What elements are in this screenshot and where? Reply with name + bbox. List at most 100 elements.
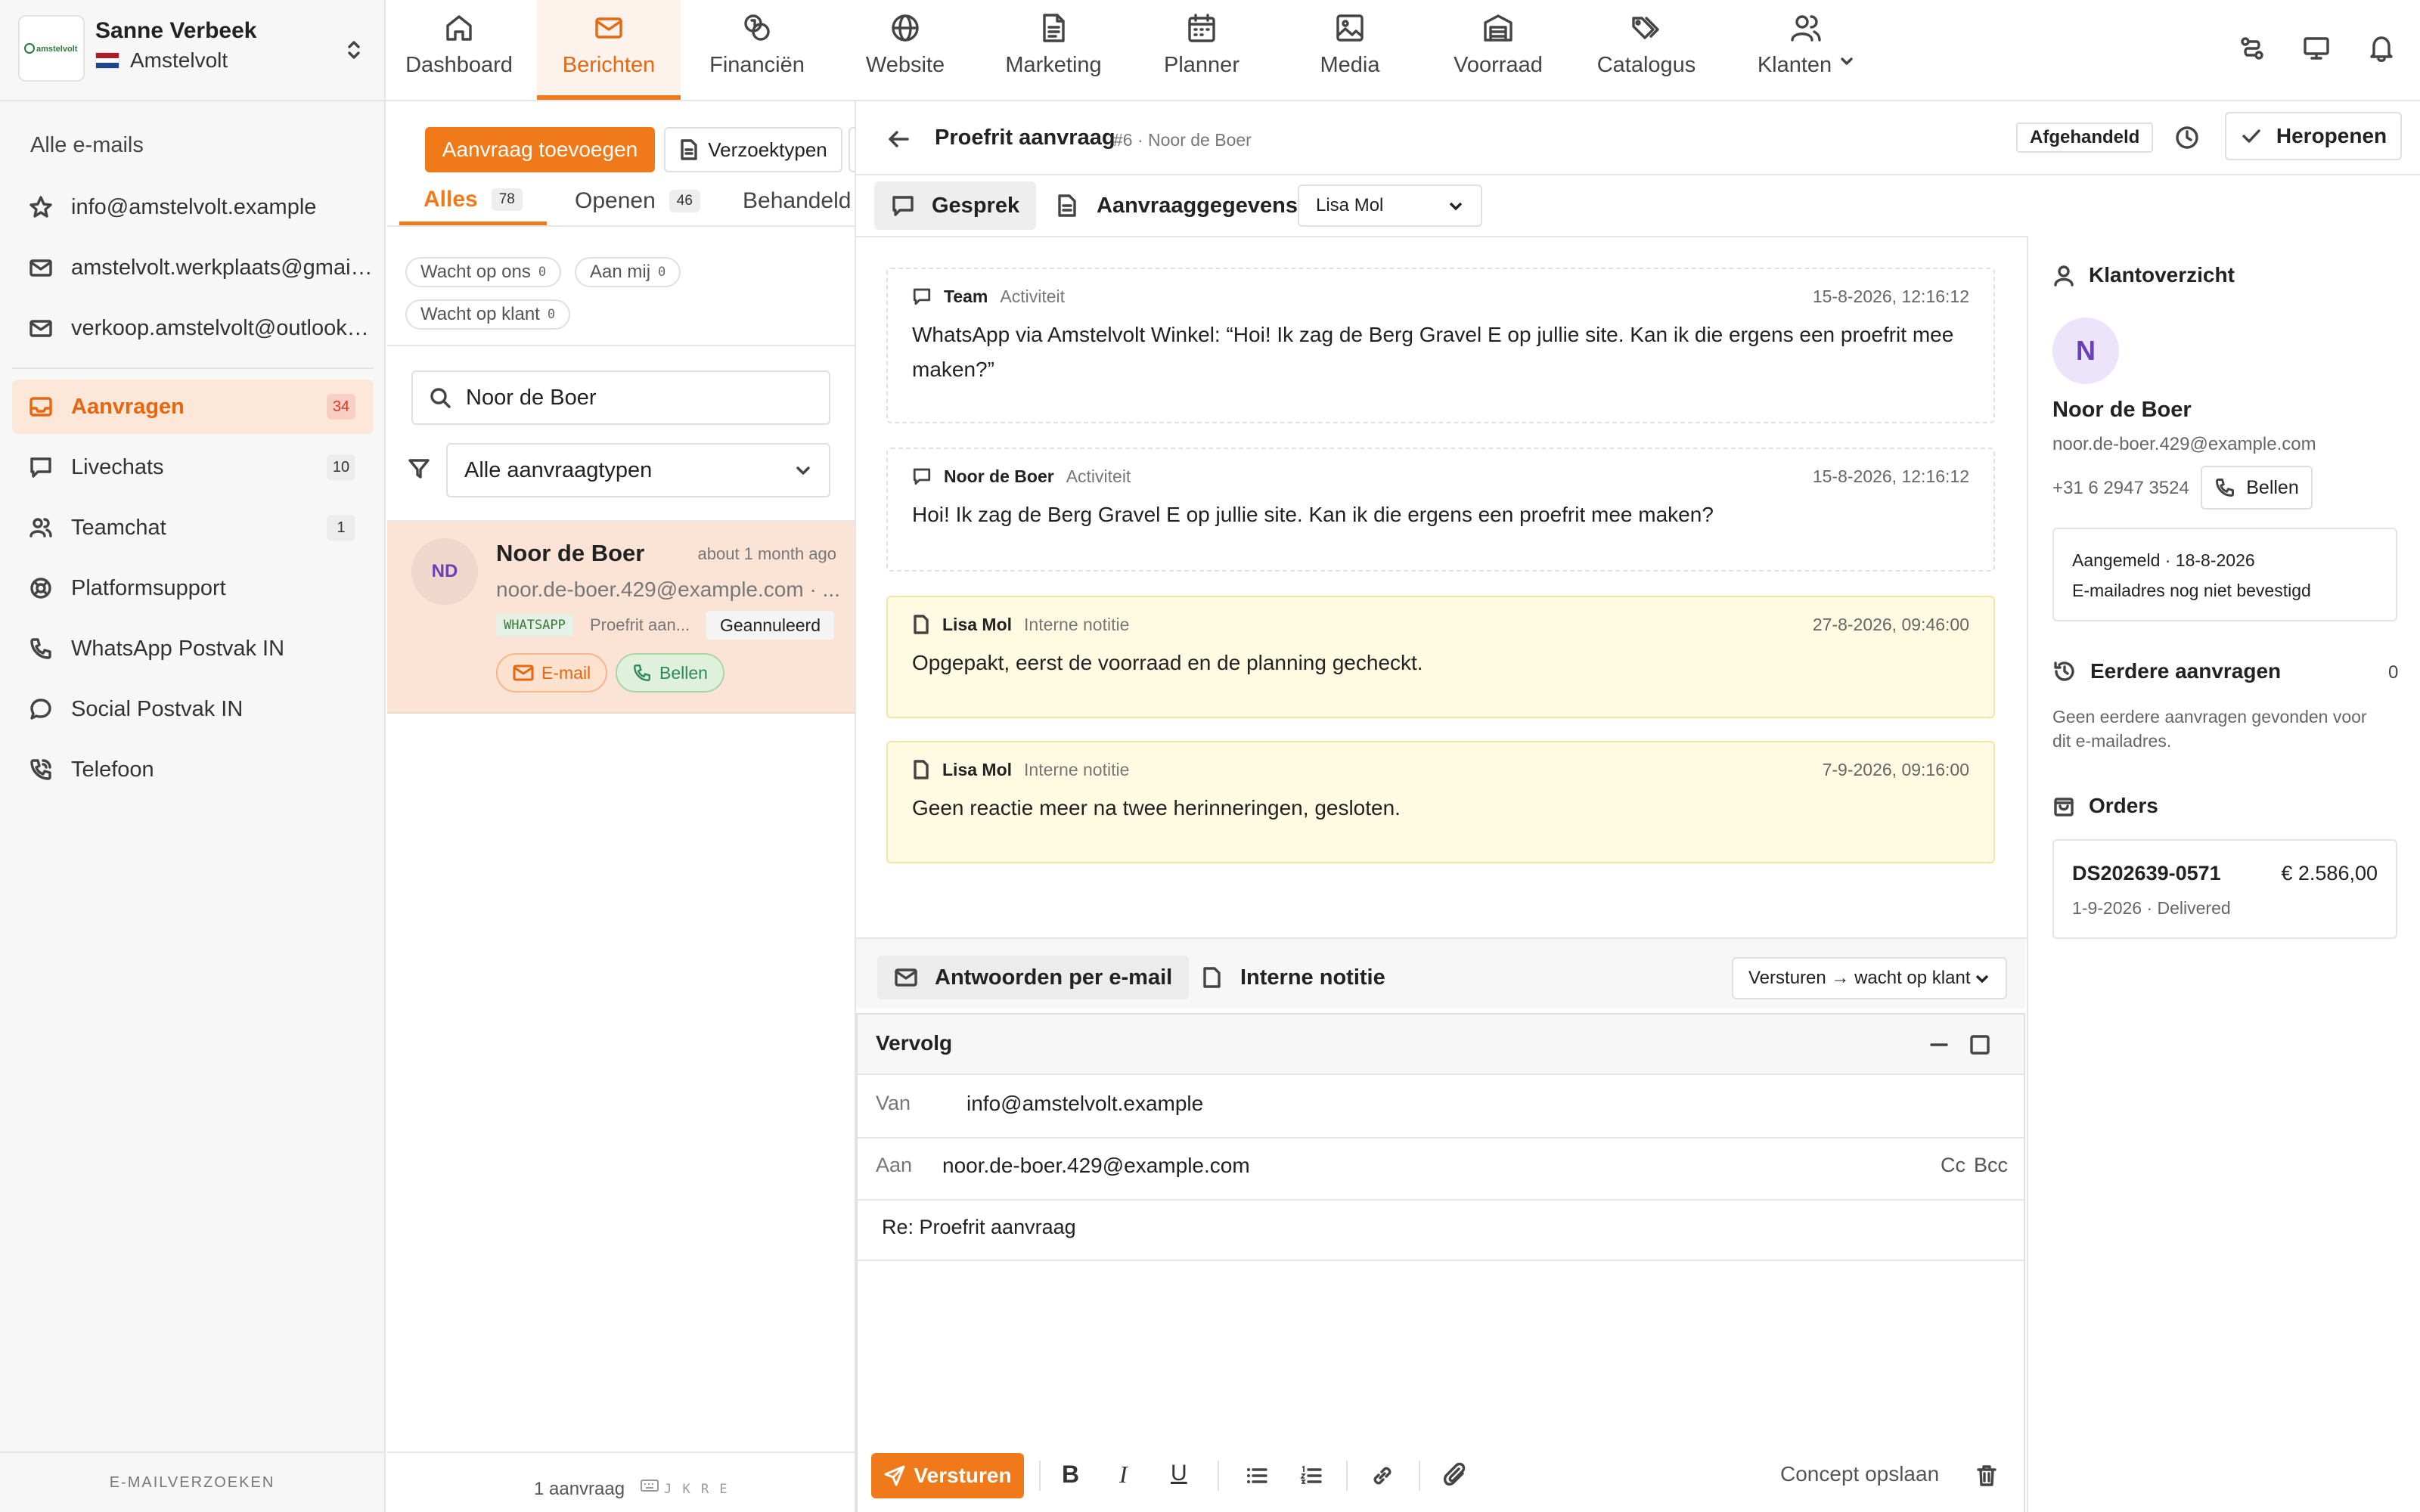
underline-button[interactable]: U xyxy=(1171,1461,1187,1486)
heading-label: Klantoverzicht xyxy=(2089,263,2235,287)
request-card[interactable]: ND Noor de Boer about 1 month ago noor.d… xyxy=(387,522,855,714)
users-icon xyxy=(29,518,52,538)
account-switcher[interactable]: amstelvolt Sanne Verbeek Amstelvolt xyxy=(0,0,386,101)
send-mode-select[interactable]: Versturen → wacht op klant xyxy=(1732,957,2007,999)
nav-tab-label: Berichten xyxy=(562,53,656,77)
phone-icon xyxy=(634,665,650,681)
tab-count: 78 xyxy=(491,187,523,211)
sidebar-item-platformsupport[interactable]: Platformsupport xyxy=(12,561,374,615)
minimize-icon[interactable] xyxy=(1928,1034,1950,1055)
sidebar-item-teamchat[interactable]: Teamchat 1 xyxy=(12,500,374,555)
message-header: Lisa Mol Interne notitie 7-9-2026, 09:16… xyxy=(912,742,1969,786)
email-button[interactable]: E-mail xyxy=(496,653,608,692)
paperclip-icon[interactable] xyxy=(1443,1462,1467,1488)
cc-button[interactable]: Cc xyxy=(1941,1154,1965,1177)
chip-label: Wacht op ons xyxy=(420,262,531,282)
tab-openen[interactable]: Openen 46 xyxy=(551,177,724,225)
conversation-panel: Proefrit aanvraag #6 · Noor de Boer Afge… xyxy=(856,101,2420,1512)
subject-field[interactable]: Re: Proefrit aanvraag xyxy=(882,1216,1076,1239)
mail-icon xyxy=(29,320,52,337)
request-types-button[interactable]: Verzoektypen xyxy=(664,127,842,172)
add-request-button[interactable]: Aanvraag toevoegen xyxy=(425,127,655,172)
card-subject: Proefrit aan... xyxy=(590,615,690,634)
to-field[interactable]: noor.de-boer.429@example.com xyxy=(942,1154,1250,1178)
trash-icon[interactable] xyxy=(1975,1464,1998,1488)
nav-tab-website[interactable]: Website xyxy=(833,0,977,100)
nav-tab-voorraad[interactable]: Voorraad xyxy=(1426,0,1570,100)
nav-tab-klanten[interactable]: Klanten xyxy=(1723,0,1889,100)
search-input[interactable]: Noor de Boer xyxy=(411,370,830,425)
bold-button[interactable]: B xyxy=(1062,1461,1079,1489)
send-button[interactable]: Versturen xyxy=(871,1453,1024,1498)
message-author: Noor de Boer xyxy=(944,466,1054,486)
internal-note-tab[interactable]: Interne notitie xyxy=(1193,956,1393,999)
filter-chip-wacht-op-klant[interactable]: Wacht op klant 0 xyxy=(405,299,571,330)
maximize-icon[interactable] xyxy=(1969,1034,1990,1055)
call-button[interactable]: Bellen xyxy=(616,653,724,692)
link-icon[interactable] xyxy=(1370,1464,1395,1488)
filter-icon xyxy=(408,459,430,479)
tab-conversation[interactable]: Gesprek xyxy=(874,181,1037,230)
toolbar-separator xyxy=(1419,1461,1420,1491)
route-icon[interactable] xyxy=(2238,35,2266,62)
call-label: Bellen xyxy=(2246,476,2299,498)
chat-icon xyxy=(913,288,931,305)
sidebar-item-social[interactable]: Social Postvak IN xyxy=(12,682,374,736)
sidebar-item-telefoon[interactable]: Telefoon xyxy=(12,742,374,797)
overflow-button-edge[interactable] xyxy=(849,127,856,172)
sidebar-item-whatsapp[interactable]: WhatsApp Postvak IN xyxy=(12,621,374,676)
tab-behandeld[interactable]: Behandeld xyxy=(718,177,875,225)
message-header: Lisa Mol Interne notitie 27-8-2026, 09:4… xyxy=(912,597,1969,641)
nav-tab-marketing[interactable]: Marketing xyxy=(982,0,1125,100)
customer-name: Noor de Boer xyxy=(2052,398,2192,422)
reply-email-tab[interactable]: Antwoorden per e-mail xyxy=(877,956,1190,999)
inbox-icon xyxy=(29,397,52,417)
customer-call-button[interactable]: Bellen xyxy=(2201,466,2313,510)
reopen-button[interactable]: Heropenen xyxy=(2225,112,2402,160)
warehouse-icon xyxy=(1484,14,1512,42)
email-status: E-mailadres nog niet bevestigd xyxy=(2072,581,2311,600)
field-divider xyxy=(858,1137,2024,1139)
nav-tab-catalogus[interactable]: Catalogus xyxy=(1575,0,1718,100)
tab-alles[interactable]: Alles 78 xyxy=(399,177,547,225)
save-draft-label[interactable]: Concept opslaan xyxy=(1780,1462,1939,1486)
nav-tab-financien[interactable]: Financiën xyxy=(685,0,829,100)
from-field[interactable]: info@amstelvolt.example xyxy=(966,1092,1203,1116)
bcc-button[interactable]: Bcc xyxy=(1974,1154,2008,1177)
mailbox-item-werkplaats[interactable]: amstelvolt.werkplaats@gmail.com xyxy=(12,240,374,295)
lifebuoy-icon xyxy=(30,578,51,599)
mailbox-item-verkoop[interactable]: verkoop.amstelvolt@outlook.com xyxy=(12,301,374,355)
mailbox-item-info[interactable]: info@amstelvolt.example xyxy=(12,180,374,234)
message-kind: Interne notitie xyxy=(1024,614,1130,634)
message-text: WhatsApp via Amstelvolt Winkel: “Hoi! Ik… xyxy=(912,323,1954,381)
sidebar-item-aanvragen[interactable]: Aanvragen 34 xyxy=(12,380,374,434)
nav-tab-media[interactable]: Media xyxy=(1278,0,1422,100)
nav-tab-berichten[interactable]: Berichten xyxy=(537,0,681,100)
tab-request-details[interactable]: Aanvraaggegevens xyxy=(1048,181,1305,230)
back-arrow-icon[interactable] xyxy=(885,125,912,153)
filter-chip-aan-mij[interactable]: Aan mij 0 xyxy=(575,257,681,287)
composer-title: Vervolg xyxy=(876,1031,953,1055)
bullet-list-icon[interactable] xyxy=(1245,1464,1269,1488)
document-icon xyxy=(1043,14,1065,42)
header-divider xyxy=(856,174,2420,175)
request-type-value: Alle aanvraagtypen xyxy=(464,457,653,482)
chip-label: Wacht op klant xyxy=(420,304,540,324)
order-card[interactable]: DS202639-0571 € 2.586,00 1-9-2026 · Deli… xyxy=(2052,839,2397,939)
nav-tab-planner[interactable]: Planner xyxy=(1130,0,1274,100)
sidebar-item-livechats[interactable]: Livechats 10 xyxy=(12,440,374,494)
italic-button[interactable]: I xyxy=(1119,1461,1128,1489)
message-body-editor[interactable] xyxy=(858,1261,2024,1448)
message-text: Hoi! Ik zag de Berg Gravel E op jullie s… xyxy=(912,503,1714,526)
numbered-list-icon[interactable] xyxy=(1299,1464,1323,1488)
nav-tab-label: Dashboard xyxy=(405,53,513,77)
filter-chip-wacht-op-ons[interactable]: Wacht op ons 0 xyxy=(405,257,562,287)
request-type-select[interactable]: Alle aanvraagtypen xyxy=(446,443,830,497)
tab-label: Behandeld xyxy=(743,188,852,213)
assignee-select[interactable]: Lisa Mol xyxy=(1298,184,1482,227)
nav-tab-dashboard[interactable]: Dashboard xyxy=(387,0,531,100)
history-clock-icon[interactable] xyxy=(2173,124,2201,151)
bell-icon[interactable] xyxy=(2367,33,2396,64)
call-button-label: Bellen xyxy=(659,662,708,683)
monitor-icon[interactable] xyxy=(2302,35,2331,62)
